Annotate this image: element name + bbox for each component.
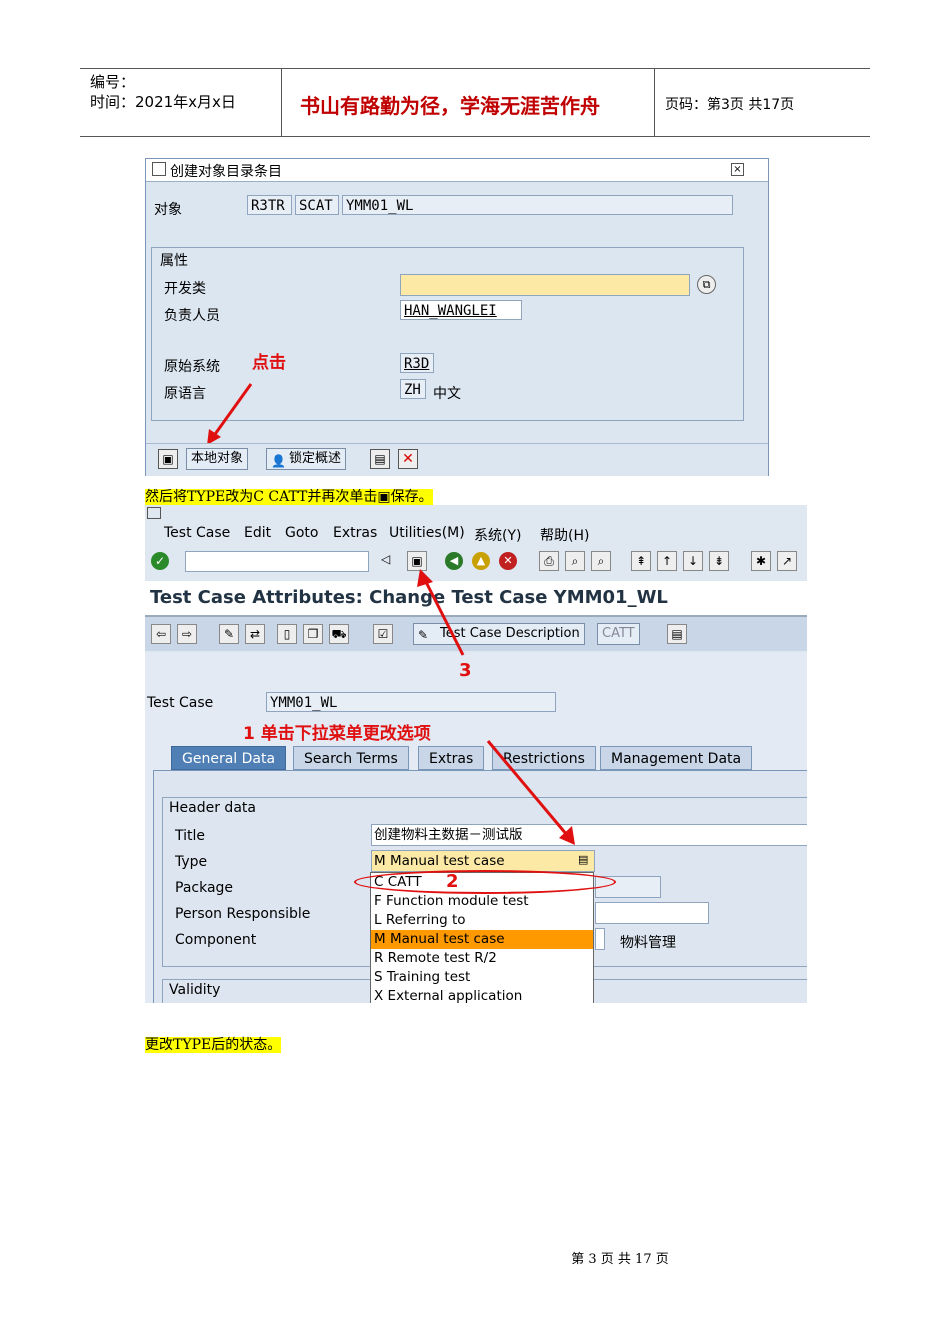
create-object-dialog: 创建对象目录条目 × 对象 R3TR SCAT YMM01_WL 属性 开发类 … [145, 158, 769, 476]
search-help-icon[interactable]: ⧉ [697, 275, 716, 294]
page-info: 页码：第3页 共17页 [665, 97, 795, 113]
lock-overview-label: 锁定概述 [289, 451, 342, 466]
orig-lang-label: 原语言 [164, 386, 206, 402]
lock-overview-button[interactable]: 👤 锁定概述 [266, 448, 347, 470]
instruction-2-text: 更改TYPE后的状态。 [145, 1037, 282, 1053]
header-left: 编号： 时间：2021年x月x日 [90, 72, 236, 112]
header-bottom-rule [80, 136, 870, 137]
orig-lang-name: 中文 [433, 386, 461, 402]
header-divider [654, 68, 655, 136]
orig-system-field: R3D [400, 353, 434, 373]
footer-wrap: 第 3 页 共 17 页 [0, 1248, 950, 1267]
window-icon [152, 162, 166, 176]
dev-class-input[interactable] [400, 274, 690, 296]
attributes-group-title: 属性 [160, 253, 188, 269]
instruction-1-tail: 保存。 [390, 489, 433, 505]
dialog-titlebar: 创建对象目录条目 × [146, 159, 768, 182]
cancel-icon[interactable]: ✕ [398, 449, 418, 469]
instruction-1-text: 然后将TYPE改为C CATT并再次单击 [145, 489, 378, 505]
owner-label: 负责人员 [164, 308, 220, 324]
dialog-toolbar: ▣ 本地对象 👤 锁定概述 ▤ ✕ [146, 443, 768, 476]
click-note: 点击 [252, 353, 286, 373]
footer-page-number: 第 3 页 共 17 页 [571, 1252, 669, 1267]
instruction-2: 更改TYPE后的状态。 [145, 1034, 282, 1054]
close-icon[interactable]: × [731, 163, 744, 176]
object-field: SCAT [295, 195, 339, 215]
info-icon[interactable]: ▤ [370, 449, 390, 469]
local-object-button[interactable]: 本地对象 [186, 448, 249, 470]
sap-test-case-window: Test Case Edit Goto Extras Utilities(M) … [145, 505, 807, 1003]
object-field: YMM01_WL [342, 195, 733, 215]
object-label: 对象 [154, 202, 182, 218]
header-divider [281, 68, 282, 136]
object-field: R3TR [247, 195, 292, 215]
owner-input[interactable]: HAN_WANGLEI [400, 300, 522, 320]
orig-lang-code: ZH [400, 379, 426, 399]
header-top-rule [80, 68, 870, 69]
inline-save-icon: ▣ [377, 489, 391, 505]
annotation-arrows [417, 569, 575, 845]
dialog-title: 创建对象目录条目 [170, 164, 282, 180]
time-label: 时间：2021年x月x日 [90, 93, 236, 111]
orig-system-label: 原始系统 [164, 359, 220, 375]
instruction-1: 然后将TYPE改为C CATT并再次单击▣保存。 [145, 486, 433, 506]
dev-class-label: 开发类 [164, 281, 206, 297]
pointer-arrow [207, 383, 253, 445]
number-label: 编号： [90, 73, 136, 91]
person-icon: 👤 [271, 454, 286, 468]
save-icon[interactable]: ▣ [158, 449, 178, 469]
motto: 书山有路勤为径，学海无涯苦作舟 [300, 94, 600, 118]
